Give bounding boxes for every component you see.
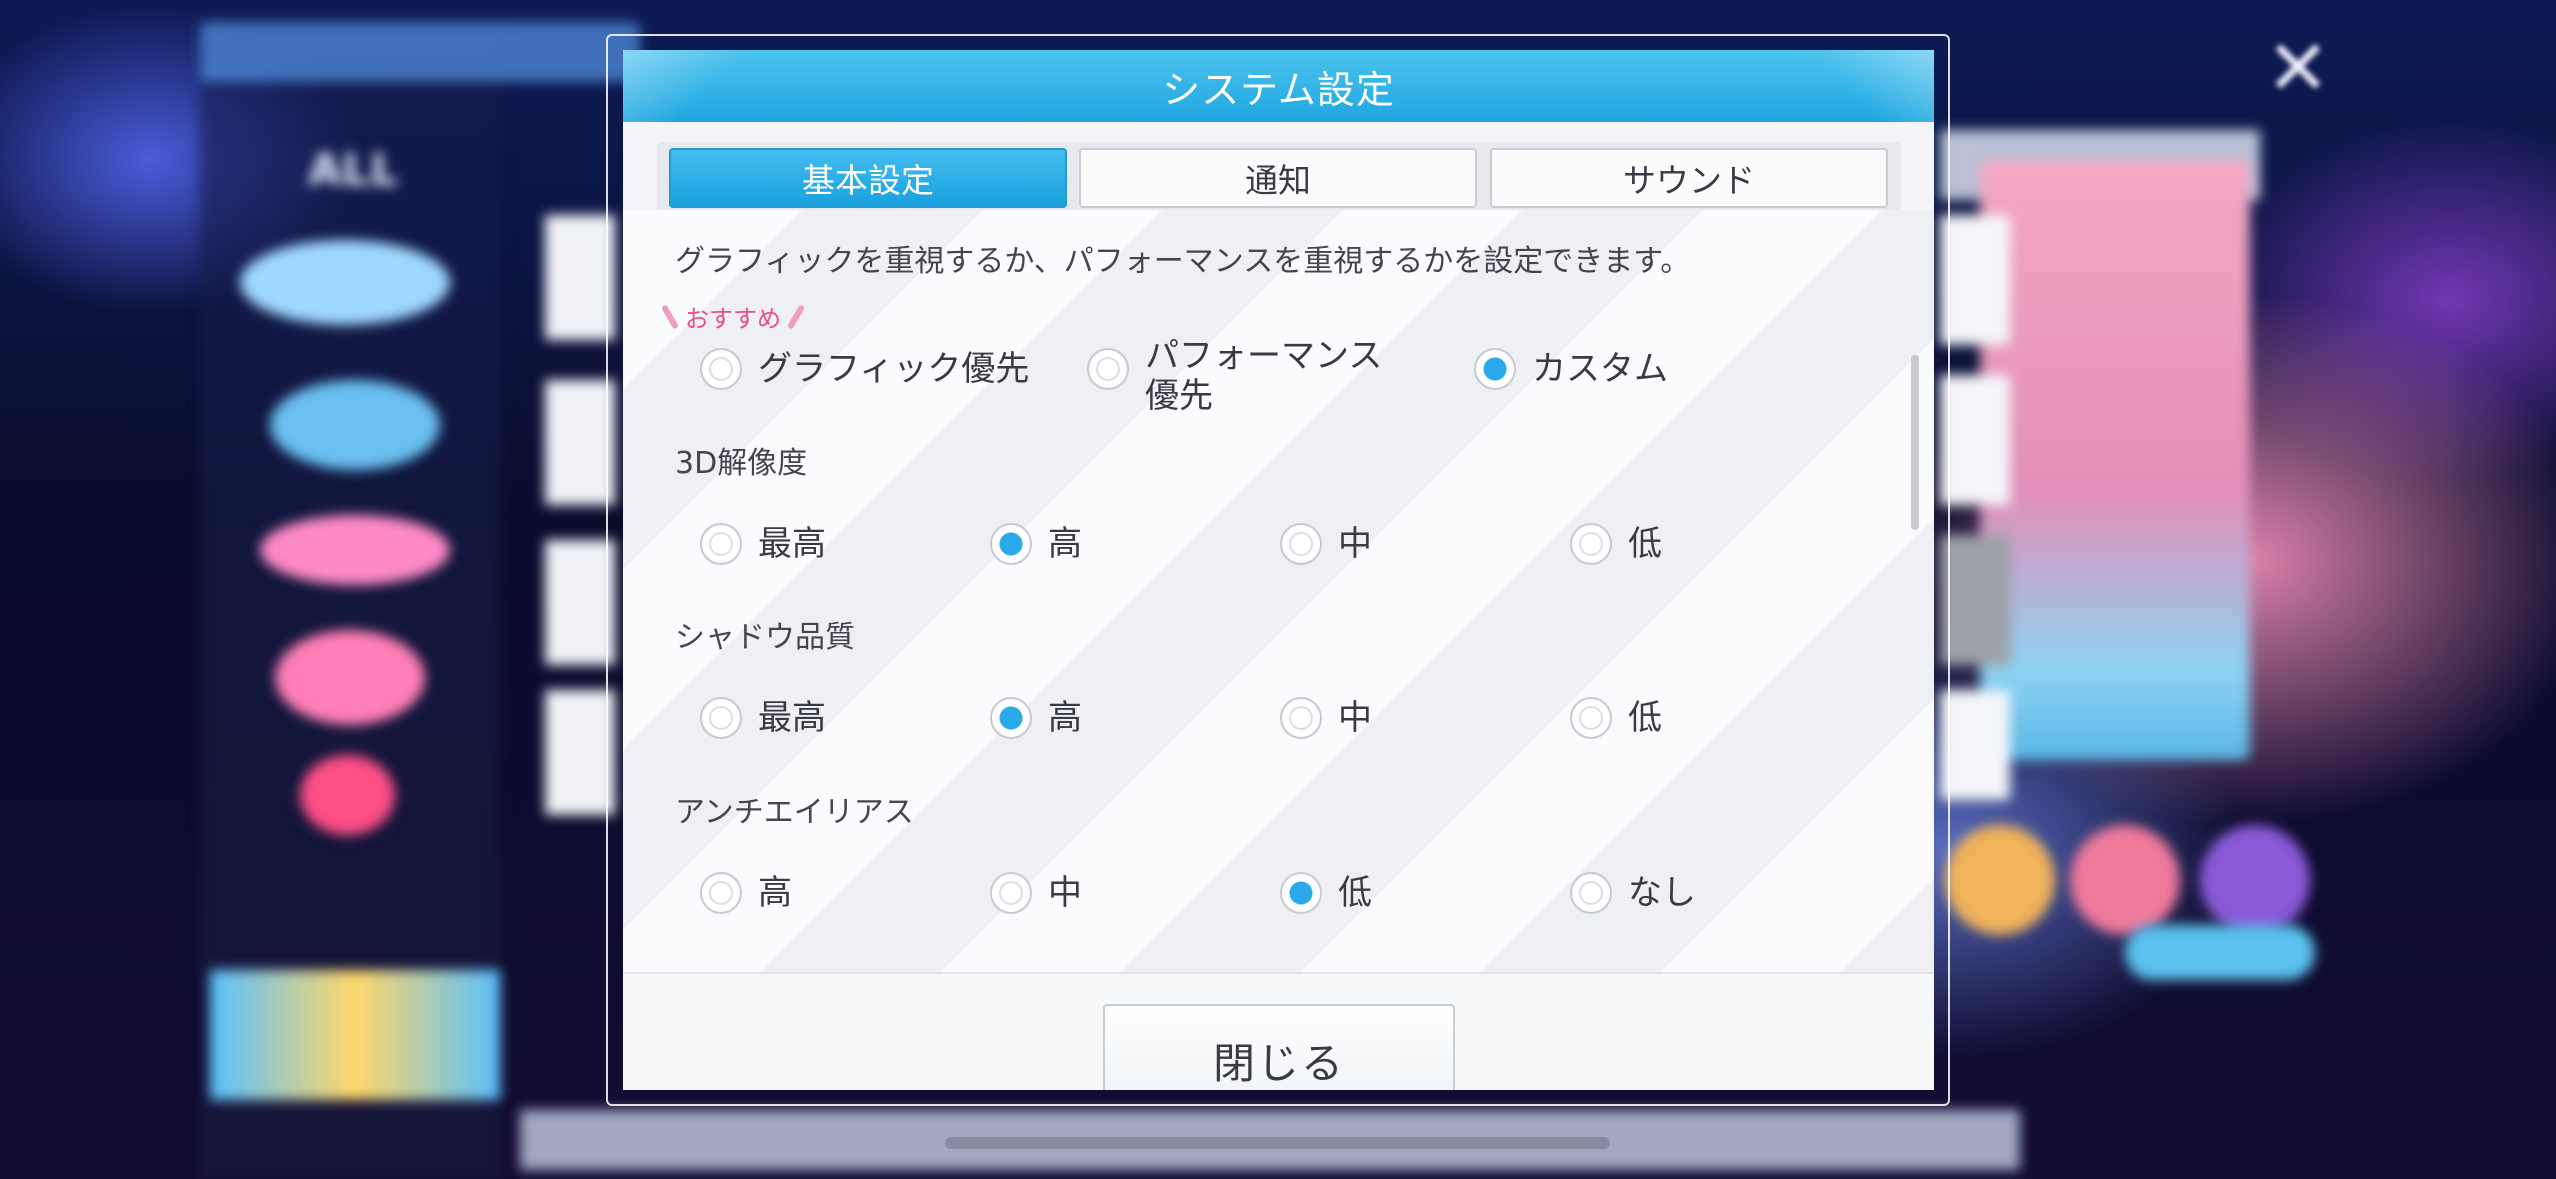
shadow-quality-label: シャドウ品質 <box>675 620 855 655</box>
tab-sound[interactable]: サウンド <box>1490 148 1888 208</box>
bg-round-button <box>2200 825 2310 935</box>
aa-option-high[interactable]: 高 <box>700 872 792 914</box>
system-settings-dialog: システム設定 基本設定 通知 サウンド グラフィックを重視するか、パフォーマンス… <box>623 50 1934 1090</box>
radio-icon <box>1570 523 1612 565</box>
option-label: 最高 <box>758 698 826 738</box>
option-label: なし <box>1628 873 1696 913</box>
option-label: 最高 <box>758 524 826 564</box>
bg-menu-tag <box>200 22 640 82</box>
bg-right-tab <box>1940 535 2010 665</box>
sparkle-close-icon: ✕ <box>2266 23 2330 112</box>
bg-logo <box>260 515 450 585</box>
bg-round-button <box>2070 825 2180 935</box>
option-label: カスタム <box>1532 349 1668 389</box>
radio-selected-icon <box>990 697 1032 739</box>
option-label: 低 <box>1628 698 1662 738</box>
shadow-option-low[interactable]: 低 <box>1570 697 1662 739</box>
resolution-option-medium[interactable]: 中 <box>1280 523 1372 565</box>
bg-list-card <box>545 215 615 340</box>
option-label: 中 <box>1048 873 1082 913</box>
preset-graphics-priority[interactable]: グラフィック優先 <box>700 348 1029 390</box>
option-label: 中 <box>1338 698 1372 738</box>
bg-logo <box>240 240 450 325</box>
option-label: グラフィック優先 <box>758 349 1030 389</box>
radio-icon <box>1087 348 1129 390</box>
radio-selected-icon <box>1280 872 1322 914</box>
recommended-badge: おすすめ <box>663 298 803 334</box>
resolution-option-low[interactable]: 低 <box>1570 523 1662 565</box>
recommended-badge-text: おすすめ <box>685 304 781 333</box>
shadow-option-medium[interactable]: 中 <box>1280 697 1372 739</box>
dialog-title: システム設定 <box>623 50 1934 122</box>
shadow-option-high[interactable]: 高 <box>990 697 1082 739</box>
radio-icon <box>700 872 742 914</box>
bg-right-tab <box>1940 375 2010 505</box>
bg-banner <box>210 970 500 1100</box>
dialog-title-text: システム設定 <box>1162 67 1395 112</box>
tab-basic-settings[interactable]: 基本設定 <box>669 148 1067 208</box>
option-label: 高 <box>1048 524 1082 564</box>
bg-right-tab <box>1940 690 2010 800</box>
radio-selected-icon <box>990 523 1032 565</box>
option-label: 高 <box>1048 698 1082 738</box>
shadow-option-highest[interactable]: 最高 <box>700 697 826 739</box>
resolution-3d-label: 3D解像度 <box>675 446 808 481</box>
close-button[interactable]: 閉じる <box>1103 1004 1455 1090</box>
bg-logo <box>275 630 425 725</box>
radio-icon <box>1570 697 1612 739</box>
option-label: 高 <box>758 873 792 913</box>
bg-all-label: ALL <box>308 145 399 196</box>
option-label: 低 <box>1628 524 1662 564</box>
anti-aliasing-label: アンチエイリアス <box>675 795 914 830</box>
radio-icon <box>700 697 742 739</box>
content-scrollbar[interactable] <box>1911 355 1919 530</box>
tab-notifications[interactable]: 通知 <box>1079 148 1477 208</box>
preset-performance-priority[interactable]: パフォーマンス 優先 <box>1087 336 1382 416</box>
bg-round-button <box>1945 825 2055 935</box>
bg-list-card <box>545 380 615 505</box>
radio-icon <box>700 348 742 390</box>
radio-icon <box>1280 523 1322 565</box>
bg-right-tab <box>1940 215 2010 345</box>
bg-logo <box>300 755 395 835</box>
preset-custom[interactable]: カスタム <box>1474 348 1668 390</box>
radio-icon <box>990 872 1032 914</box>
bg-character-card <box>1980 160 2250 760</box>
aa-option-low[interactable]: 低 <box>1280 872 1372 914</box>
bg-logo <box>270 380 440 470</box>
aa-option-medium[interactable]: 中 <box>990 872 1082 914</box>
option-label: 中 <box>1338 524 1372 564</box>
aa-option-none[interactable]: なし <box>1570 872 1696 914</box>
option-label: 低 <box>1338 873 1372 913</box>
bg-list-card <box>545 540 615 665</box>
home-indicator <box>945 1137 1610 1149</box>
radio-selected-icon <box>1474 348 1516 390</box>
option-label: パフォーマンス 優先 <box>1145 336 1383 416</box>
resolution-option-highest[interactable]: 最高 <box>700 523 826 565</box>
resolution-option-high[interactable]: 高 <box>990 523 1082 565</box>
bg-blue-pill <box>2125 925 2315 980</box>
settings-content[interactable]: グラフィックを重視するか、パフォーマンスを重視するかを設定できます。 <box>623 210 1934 972</box>
radio-icon <box>1570 872 1612 914</box>
radio-icon <box>1280 697 1322 739</box>
radio-icon <box>700 523 742 565</box>
bg-list-card <box>545 690 615 815</box>
settings-description-text: グラフィックを重視するか、パフォーマンスを重視するかを設定できます。 <box>675 244 1691 279</box>
dialog-footer: 閉じる <box>623 972 1934 1090</box>
